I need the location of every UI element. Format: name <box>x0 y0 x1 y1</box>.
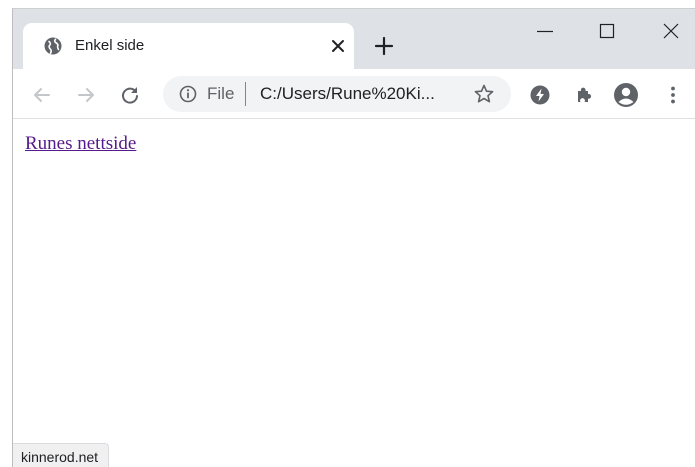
tab-title: Enkel side <box>75 37 145 54</box>
reload-icon[interactable] <box>119 84 141 106</box>
scheme-label: File <box>207 84 235 103</box>
close-icon[interactable] <box>661 21 681 41</box>
active-tab[interactable]: Enkel side <box>23 23 354 69</box>
status-bubble: kinnerod.net <box>13 443 110 467</box>
tab-close-icon[interactable] <box>329 37 347 55</box>
address-bar[interactable]: File C:/Users/Rune%20Ki... <box>163 76 511 112</box>
maximize-icon[interactable] <box>597 21 617 41</box>
page-content: Runes nettside kinnerod.net <box>13 119 695 467</box>
browser-toolbar: File C:/Users/Rune%20Ki... <box>13 69 695 119</box>
puzzle-extensions-icon[interactable] <box>573 84 595 106</box>
new-tab-icon[interactable] <box>373 35 395 57</box>
info-icon[interactable] <box>179 85 197 103</box>
globe-icon <box>43 36 63 56</box>
runes-nettside-link[interactable]: Runes nettside <box>25 133 136 155</box>
tab-strip: Enkel side <box>13 9 695 69</box>
account-icon[interactable] <box>613 82 639 108</box>
address-separator <box>245 82 246 106</box>
forward-arrow-icon[interactable] <box>75 84 97 106</box>
star-icon[interactable] <box>473 83 495 105</box>
bolt-extension-icon[interactable] <box>529 84 551 106</box>
minimize-icon[interactable] <box>535 21 555 41</box>
url-text[interactable]: C:/Users/Rune%20Ki... <box>260 84 435 104</box>
browser-window: Enkel side File C:/Users/Rune%20Ki... Ru… <box>12 8 695 467</box>
more-vert-icon[interactable] <box>662 84 684 106</box>
back-arrow-icon[interactable] <box>31 84 53 106</box>
